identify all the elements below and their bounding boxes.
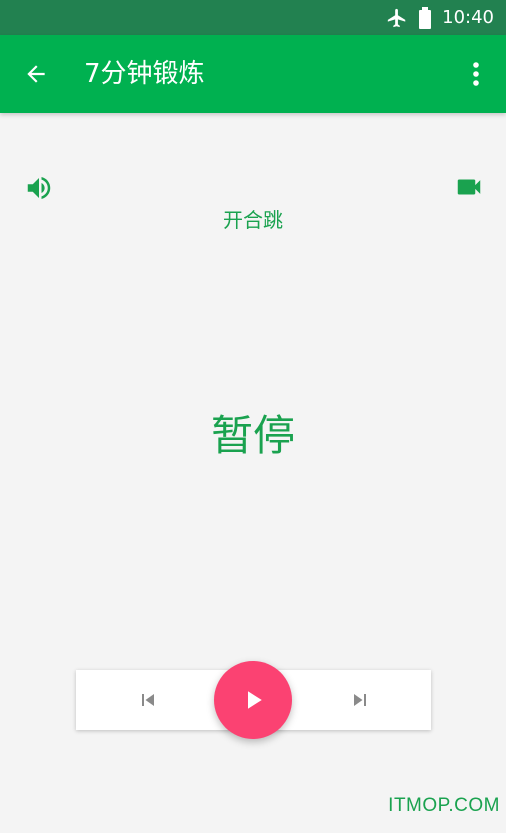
pause-status-text: 暂停	[210, 411, 295, 460]
play-button[interactable]	[214, 661, 292, 739]
exercise-name: 开合跳	[223, 208, 283, 232]
play-icon	[248, 691, 262, 709]
skip-previous-icon	[142, 694, 154, 706]
volume-icon	[27, 177, 51, 199]
previous-button[interactable]	[132, 684, 164, 716]
sound-toggle-button[interactable]	[22, 171, 56, 205]
airplane-mode-icon	[386, 7, 408, 29]
video-button[interactable]	[452, 172, 486, 202]
watermark: ITMOP.COM	[388, 795, 500, 816]
back-arrow-icon	[27, 65, 45, 83]
more-options-button[interactable]	[460, 52, 492, 96]
battery-icon	[418, 6, 432, 29]
page-title: 7分钟锻炼	[84, 59, 205, 89]
back-button[interactable]	[14, 52, 58, 96]
skip-next-icon	[354, 694, 366, 706]
app-bar: 7分钟锻炼	[0, 35, 506, 113]
more-vert-icon	[473, 62, 479, 86]
next-button[interactable]	[344, 684, 376, 716]
video-camera-icon	[457, 179, 481, 195]
status-time: 10:40	[442, 7, 494, 28]
status-bar: 10:40	[0, 0, 506, 35]
